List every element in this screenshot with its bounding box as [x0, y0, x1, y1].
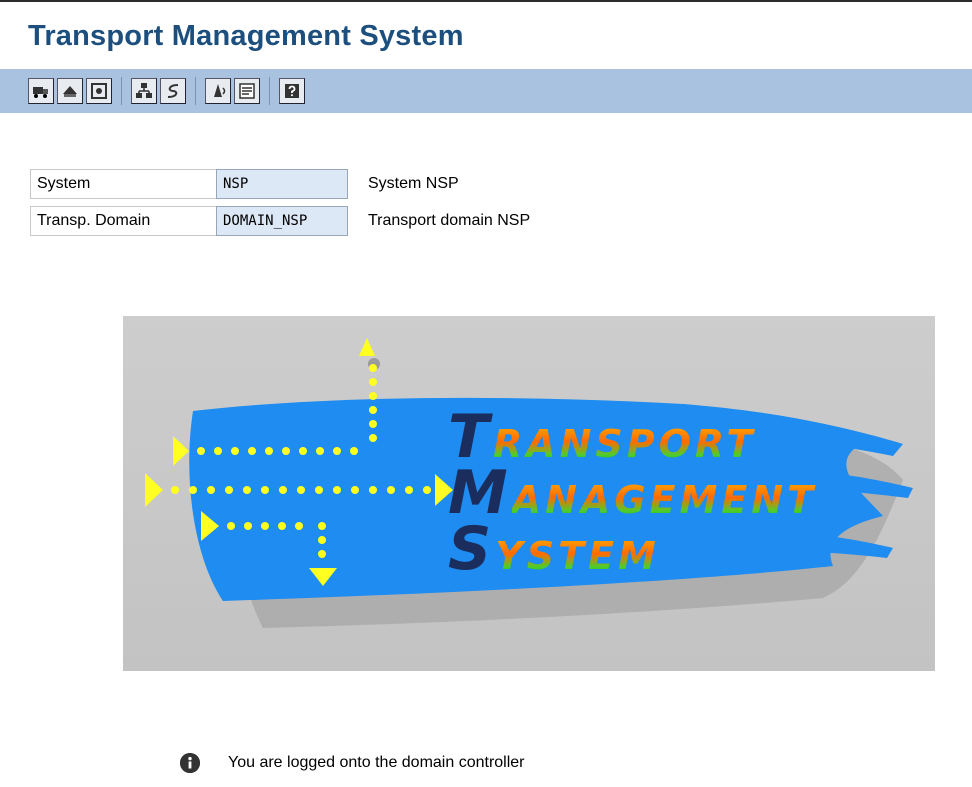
status-bar: You are logged onto the domain controlle…: [180, 753, 525, 773]
hierarchy-icon[interactable]: [131, 78, 157, 104]
display-icon[interactable]: [86, 78, 112, 104]
system-field-row: System NSP System NSP: [30, 169, 459, 199]
status-message: You are logged onto the domain controlle…: [228, 754, 525, 771]
routes-icon[interactable]: [160, 78, 186, 104]
toolbar-separator: [269, 77, 270, 105]
domain-value: DOMAIN_NSP: [216, 206, 348, 236]
domain-field-row: Transp. Domain DOMAIN_NSP Transport doma…: [30, 206, 530, 236]
system-label: System: [30, 169, 216, 199]
import-icon[interactable]: [57, 78, 83, 104]
transport-truck-icon[interactable]: [28, 78, 54, 104]
toolbar-separator: [121, 77, 122, 105]
application-toolbar: [0, 69, 972, 113]
info-icon: [180, 753, 200, 773]
domain-description: Transport domain NSP: [368, 212, 531, 229]
logo-line-system: SYSTEM: [448, 514, 660, 584]
system-value: NSP: [216, 169, 348, 199]
domain-label: Transp. Domain: [30, 206, 216, 236]
window-top-border: [0, 0, 972, 2]
system-description: System NSP: [368, 175, 459, 192]
help-icon[interactable]: [279, 78, 305, 104]
tms-logo-banner: TRANSPORT MANAGEMENT SYSTEM: [123, 316, 935, 671]
alert-icon[interactable]: [205, 78, 231, 104]
toolbar-separator: [195, 77, 196, 105]
page-title: Transport Management System: [28, 20, 464, 52]
overview-icon[interactable]: [234, 78, 260, 104]
